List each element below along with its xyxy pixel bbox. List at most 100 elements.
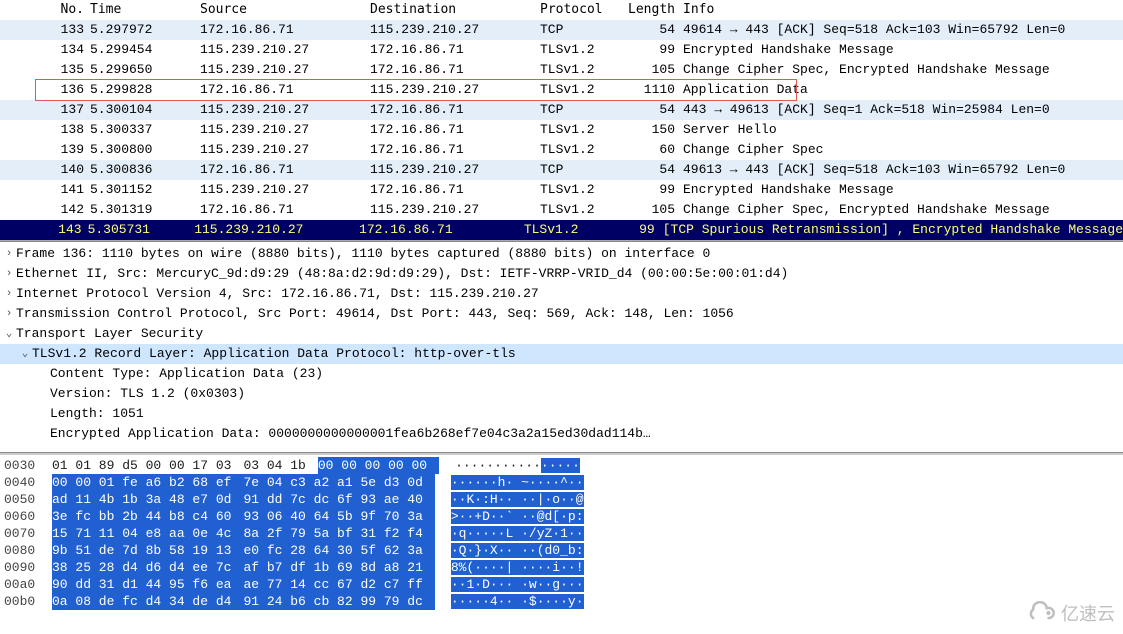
col-protocol-header[interactable]: Protocol bbox=[540, 0, 620, 20]
hex-row[interactable]: 00809b 51 de 7d 8b 58 19 13e0 fc 28 64 3… bbox=[0, 542, 1123, 559]
cell-info: Change Cipher Spec bbox=[679, 140, 1123, 160]
detail-tls[interactable]: ⌄ Transport Layer Security bbox=[0, 324, 1123, 344]
hex-bytes: 03 04 1b bbox=[243, 457, 317, 474]
packet-row[interactable]: 1355.299650115.239.210.27172.16.86.71TLS… bbox=[0, 60, 1123, 80]
cell-no: 134 bbox=[0, 40, 90, 60]
cell-destination: 115.239.210.27 bbox=[370, 80, 540, 100]
packet-row[interactable]: 1365.299828172.16.86.71115.239.210.27TLS… bbox=[0, 80, 1123, 100]
hex-row[interactable]: 00a090 dd 31 d1 44 95 f6 eaae 77 14 cc 6… bbox=[0, 576, 1123, 593]
hex-row[interactable]: 00b00a 08 de fc d4 34 de d491 24 b6 cb 8… bbox=[0, 593, 1123, 610]
cell-protocol: TLSv1.2 bbox=[540, 80, 620, 100]
cell-destination: 172.16.86.71 bbox=[370, 140, 540, 160]
hex-ascii-selected: 8%(····| ····i··! bbox=[451, 560, 584, 575]
cell-no: 140 bbox=[0, 160, 90, 180]
hex-bytes-selected: 00 00 01 fe a6 b2 68 ef bbox=[52, 474, 243, 491]
packet-row[interactable]: 1385.300337115.239.210.27172.16.86.71TLS… bbox=[0, 120, 1123, 140]
cell-no: 142 bbox=[0, 200, 90, 220]
cell-time: 5.301319 bbox=[90, 200, 200, 220]
hex-bytes-selected: 91 dd 7c dc 6f 93 ae 40 bbox=[243, 491, 434, 508]
expand-icon[interactable]: › bbox=[2, 244, 16, 264]
expand-icon[interactable]: › bbox=[2, 284, 16, 304]
col-source-header[interactable]: Source bbox=[200, 0, 370, 20]
hex-dump-pane[interactable]: 003001 01 89 d5 00 00 17 0303 04 1b 00 0… bbox=[0, 455, 1123, 610]
detail-ip[interactable]: › Internet Protocol Version 4, Src: 172.… bbox=[0, 284, 1123, 304]
packet-row[interactable]: 1425.301319172.16.86.71115.239.210.27TLS… bbox=[0, 200, 1123, 220]
cell-destination: 172.16.86.71 bbox=[359, 220, 524, 240]
expand-icon[interactable]: › bbox=[2, 264, 16, 284]
packet-row[interactable]: 1345.299454115.239.210.27172.16.86.71TLS… bbox=[0, 40, 1123, 60]
hex-bytes-selected: 0a 08 de fc d4 34 de d4 bbox=[52, 593, 243, 610]
col-time-header[interactable]: Time bbox=[90, 0, 200, 20]
detail-encrypted-data[interactable]: Encrypted Application Data: 000000000000… bbox=[0, 424, 1123, 444]
cell-length: 105 bbox=[620, 60, 679, 80]
cell-time: 5.300104 bbox=[90, 100, 200, 120]
detail-ethernet[interactable]: › Ethernet II, Src: MercuryC_9d:d9:29 (4… bbox=[0, 264, 1123, 284]
collapse-icon[interactable]: ⌄ bbox=[18, 344, 32, 364]
packet-row[interactable]: 1405.300836172.16.86.71115.239.210.27TCP… bbox=[0, 160, 1123, 180]
cell-source: 115.239.210.27 bbox=[200, 40, 370, 60]
cell-protocol: TLSv1.2 bbox=[540, 60, 620, 80]
cell-length: 99 bbox=[620, 40, 679, 60]
hex-ascii-selected: ······h· ~····^·· bbox=[451, 475, 584, 490]
collapse-icon[interactable]: ⌄ bbox=[2, 324, 16, 344]
cell-no: 135 bbox=[0, 60, 90, 80]
hex-offset: 0040 bbox=[0, 474, 52, 491]
hex-row[interactable]: 007015 71 11 04 e8 aa 0e 4c8a 2f 79 5a b… bbox=[0, 525, 1123, 542]
cell-info: Application Data bbox=[679, 80, 1123, 100]
cell-destination: 172.16.86.71 bbox=[370, 60, 540, 80]
packet-row[interactable]: 1335.297972172.16.86.71115.239.210.27TCP… bbox=[0, 20, 1123, 40]
cell-no: 133 bbox=[0, 20, 90, 40]
hex-offset: 0090 bbox=[0, 559, 52, 576]
packet-rows: 1335.297972172.16.86.71115.239.210.27TCP… bbox=[0, 20, 1123, 240]
packet-row[interactable]: 1415.301152115.239.210.27172.16.86.71TLS… bbox=[0, 180, 1123, 200]
detail-frame[interactable]: › Frame 136: 1110 bytes on wire (8880 bi… bbox=[0, 244, 1123, 264]
detail-tcp[interactable]: › Transmission Control Protocol, Src Por… bbox=[0, 304, 1123, 324]
hex-row[interactable]: 0050ad 11 4b 1b 3a 48 e7 0d91 dd 7c dc 6… bbox=[0, 491, 1123, 508]
hex-ascii-selected: ··1·D··· ·w··g··· bbox=[451, 577, 584, 592]
detail-text: Frame 136: 1110 bytes on wire (8880 bits… bbox=[16, 244, 710, 264]
detail-length[interactable]: Length: 1051 bbox=[0, 404, 1123, 424]
detail-content-type[interactable]: Content Type: Application Data (23) bbox=[0, 364, 1123, 384]
cell-info: 49613 → 443 [ACK] Seq=518 Ack=103 Win=65… bbox=[679, 160, 1123, 180]
hex-row[interactable]: 009038 25 28 d4 d6 d4 ee 7caf b7 df 1b 6… bbox=[0, 559, 1123, 576]
cell-protocol: TCP bbox=[540, 160, 620, 180]
hex-row[interactable]: 003001 01 89 d5 00 00 17 0303 04 1b 00 0… bbox=[0, 457, 1123, 474]
packet-list-pane[interactable]: No. Time Source Destination Protocol Len… bbox=[0, 0, 1123, 241]
cell-time: 5.299828 bbox=[90, 80, 200, 100]
col-info-header[interactable]: Info bbox=[679, 0, 1123, 20]
packet-row[interactable]: 1395.300800115.239.210.27172.16.86.71TLS… bbox=[0, 140, 1123, 160]
col-length-header[interactable]: Length bbox=[620, 0, 679, 20]
cell-length: 99 bbox=[620, 180, 679, 200]
cell-destination: 172.16.86.71 bbox=[370, 180, 540, 200]
cell-source: 172.16.86.71 bbox=[200, 200, 370, 220]
hex-row[interactable]: 00603e fc bb 2b 44 b8 c4 6093 06 40 64 5… bbox=[0, 508, 1123, 525]
cell-length: 60 bbox=[620, 140, 679, 160]
cell-no: 141 bbox=[0, 180, 90, 200]
detail-version[interactable]: Version: TLS 1.2 (0x0303) bbox=[0, 384, 1123, 404]
packet-row[interactable]: 1375.300104115.239.210.27172.16.86.71TCP… bbox=[0, 100, 1123, 120]
cell-source: 115.239.210.27 bbox=[200, 120, 370, 140]
hex-bytes-selected: 90 dd 31 d1 44 95 f6 ea bbox=[52, 576, 243, 593]
hex-row[interactable]: 004000 00 01 fe a6 b2 68 ef7e 04 c3 a2 a… bbox=[0, 474, 1123, 491]
watermark: 亿速云 bbox=[1023, 600, 1115, 626]
col-no-header[interactable]: No. bbox=[0, 0, 90, 20]
expand-icon[interactable]: › bbox=[2, 304, 16, 324]
cell-info: Change Cipher Spec, Encrypted Handshake … bbox=[679, 200, 1123, 220]
cell-source: 172.16.86.71 bbox=[200, 160, 370, 180]
cell-destination: 172.16.86.71 bbox=[370, 40, 540, 60]
cell-info: Encrypted Handshake Message bbox=[679, 180, 1123, 200]
detail-tls-record[interactable]: ⌄ TLSv1.2 Record Layer: Application Data… bbox=[0, 344, 1123, 364]
cell-no: 137 bbox=[0, 100, 90, 120]
hex-bytes-selected: 93 06 40 64 5b 9f 70 3a bbox=[243, 508, 434, 525]
cell-destination: 115.239.210.27 bbox=[370, 200, 540, 220]
hex-offset: 0080 bbox=[0, 542, 52, 559]
watermark-text: 亿速云 bbox=[1061, 600, 1115, 626]
hex-bytes-selected: ad 11 4b 1b 3a 48 e7 0d bbox=[52, 491, 243, 508]
detail-text: Length: 1051 bbox=[50, 404, 144, 424]
col-destination-header[interactable]: Destination bbox=[370, 0, 540, 20]
cell-info: 443 → 49613 [ACK] Seq=1 Ack=518 Win=2598… bbox=[679, 100, 1123, 120]
packet-row[interactable]: 1435.305731115.239.210.27172.16.86.71TLS… bbox=[0, 220, 1123, 240]
cell-time: 5.300800 bbox=[90, 140, 200, 160]
packet-details-pane[interactable]: › Frame 136: 1110 bytes on wire (8880 bi… bbox=[0, 241, 1123, 453]
cell-protocol: TCP bbox=[540, 100, 620, 120]
